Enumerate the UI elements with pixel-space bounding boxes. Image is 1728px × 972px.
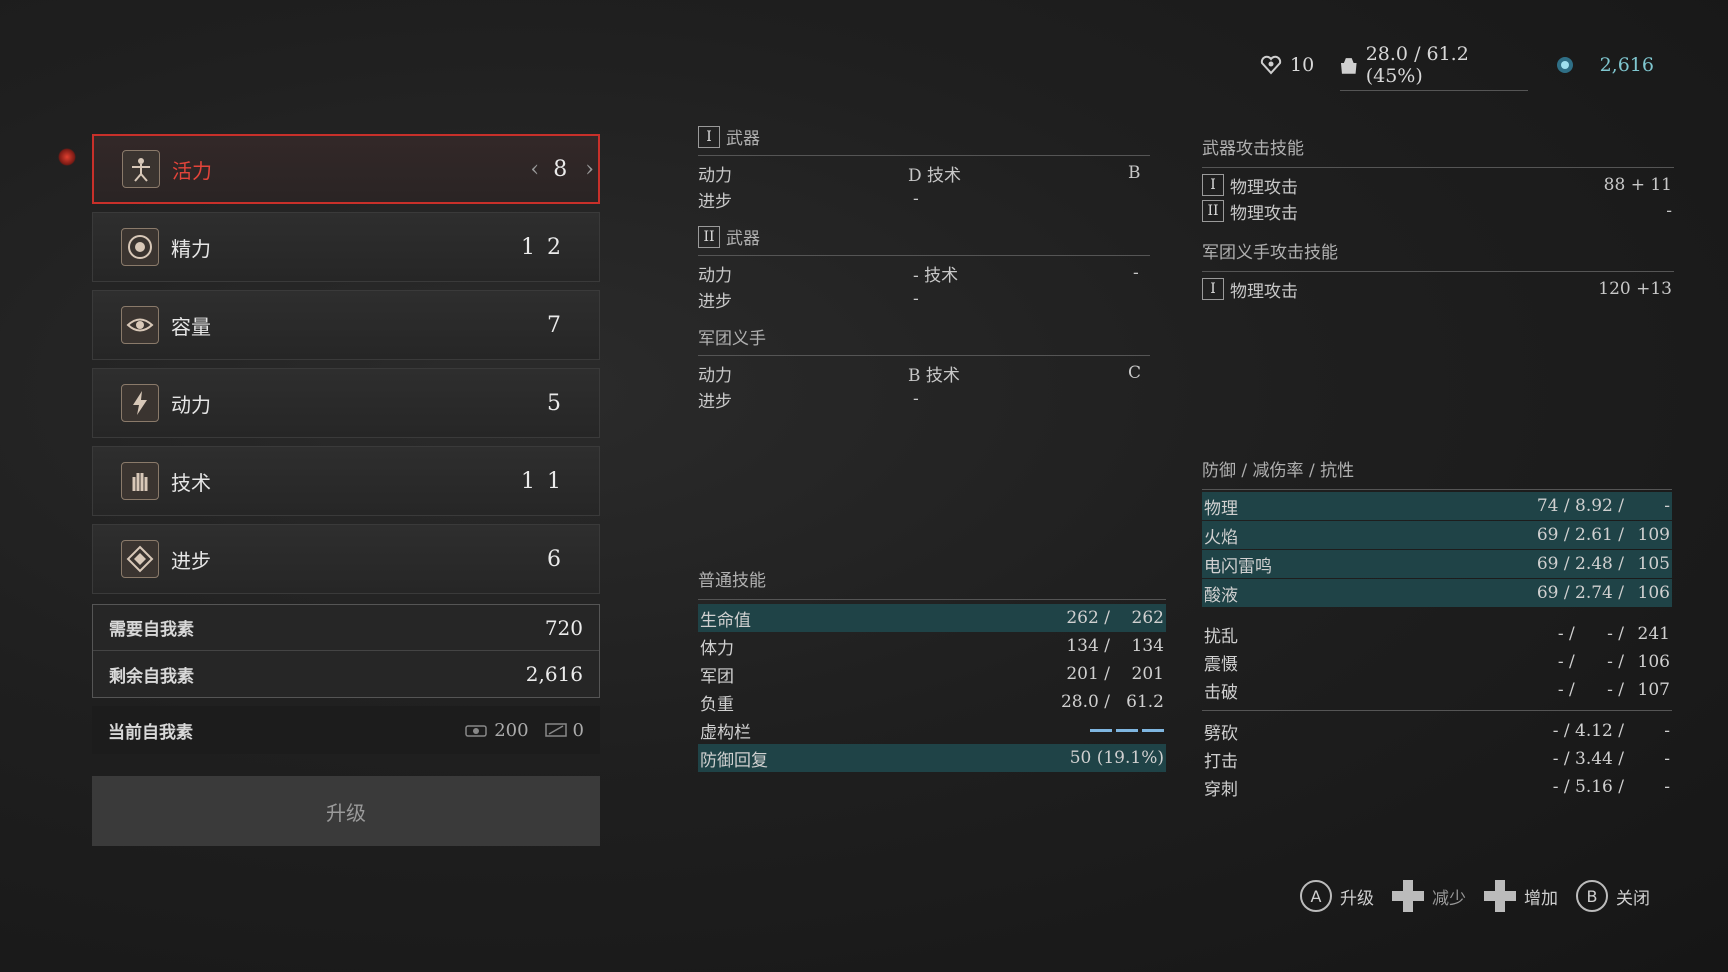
ergo-icon bbox=[1556, 57, 1573, 73]
attribute-label: 进步 bbox=[171, 548, 211, 573]
souls-value: 2,616 bbox=[1599, 54, 1654, 76]
diamond-icon bbox=[121, 540, 159, 578]
defense-row: 打击 - / 3.44 /- bbox=[1204, 749, 1670, 772]
current-ergo-b: 0 bbox=[544, 720, 584, 741]
ergo-pouch-icon bbox=[465, 725, 487, 737]
eye-icon bbox=[121, 306, 159, 344]
legion-arm-title: 军团义手 bbox=[698, 329, 766, 349]
need-ergo-value: 720 bbox=[544, 615, 583, 640]
basic-stat-row: 虚构栏 bbox=[698, 716, 1166, 744]
legion-attack-title: 军团义手攻击技能 bbox=[1202, 243, 1338, 263]
basic-stat-row: 体力 134 / 134 bbox=[700, 636, 1164, 659]
card-icon bbox=[544, 723, 567, 737]
attribute-row-1[interactable]: 精力 12 bbox=[92, 212, 600, 282]
defense-row: 扰乱 - / - /241 bbox=[1204, 624, 1670, 647]
attribute-label: 技术 bbox=[171, 470, 211, 495]
hand-icon bbox=[121, 462, 159, 500]
weapon-1-title: I 武器 bbox=[698, 124, 1150, 149]
souls: 2,616 bbox=[1554, 54, 1654, 76]
legion-arm-scaling-row: 动力 B 技术 C bbox=[698, 363, 1142, 386]
selection-ember-icon bbox=[58, 148, 76, 166]
attribute-label: 动力 bbox=[171, 392, 211, 417]
basic-stat-row: 生命值 262 / 262 bbox=[698, 604, 1166, 632]
items-count-value: 10 bbox=[1290, 54, 1315, 76]
attribute-row-3[interactable]: 动力 5 bbox=[92, 368, 600, 438]
increase-arrow-icon[interactable]: › bbox=[585, 157, 594, 182]
weapon-2-advance-row: 进步 - bbox=[698, 289, 919, 312]
need-ergo-label: 需要自我素 bbox=[109, 620, 194, 640]
basic-stat-row: 负重 28.0 / 61.2 bbox=[700, 692, 1164, 715]
attribute-label: 精力 bbox=[171, 236, 211, 261]
attribute-value: 7 bbox=[547, 312, 573, 338]
current-ergo: 当前自我素 200 0 bbox=[92, 706, 600, 754]
weapon-2-scaling-row: 动力 - 技术 - bbox=[698, 263, 1139, 286]
defense-row: 酸液 69 / 2.74 /106 bbox=[1202, 579, 1672, 607]
heart-shield-icon bbox=[1260, 55, 1282, 75]
attribute-label: 活力 bbox=[172, 158, 212, 183]
remaining-ergo-label: 剩余自我素 bbox=[109, 666, 194, 687]
button-legend: A 升级 减少 增加 B 关闭 bbox=[1300, 880, 1650, 912]
upgrade-button[interactable]: 升级 bbox=[92, 776, 600, 846]
basic-stat-row: 军团 201 / 201 bbox=[700, 664, 1164, 687]
slot-bars bbox=[1090, 728, 1164, 732]
defense-row: 震慑 - / - /106 bbox=[1204, 652, 1670, 675]
basic-stats-panel: 普通技能 生命值 262 / 262 体力 134 / 134 军团 201 / 201 负… bbox=[698, 566, 1166, 772]
defense-row: 击破 - / - /107 bbox=[1204, 680, 1670, 703]
attribute-value: 6 bbox=[547, 546, 573, 572]
defense-row: 物理 74 / 8.92 /- bbox=[1202, 492, 1672, 520]
defense-title: 防御 / 减伤率 / 抗性 bbox=[1202, 461, 1355, 481]
remaining-ergo-value: 2,616 bbox=[525, 662, 583, 686]
current-ergo-label: 当前自我素 bbox=[108, 722, 193, 743]
a-button-icon: A bbox=[1300, 880, 1332, 912]
attack-row-3: I 物理攻击 120 +13 bbox=[1202, 276, 1672, 302]
b-button-icon: B bbox=[1576, 880, 1608, 912]
attribute-value: 5 bbox=[547, 390, 573, 416]
attribute-value: 8 bbox=[553, 156, 580, 182]
legion-arm-advance-row: 进步 - bbox=[698, 389, 919, 412]
weight-icon bbox=[1341, 58, 1357, 74]
basic-stat-row: 防御回复 50 (19.1%) bbox=[698, 744, 1166, 772]
lightning-icon bbox=[121, 384, 159, 422]
weapon-1-advance-row: 进步 - bbox=[698, 189, 919, 212]
legend-increase[interactable]: 增加 bbox=[1484, 880, 1558, 912]
weapon-2-title: II 武器 bbox=[698, 224, 1150, 249]
defense-panel: 防御 / 减伤率 / 抗性 物理 74 / 8.92 /- 火焰 69 / 2.61 … bbox=[1202, 456, 1672, 801]
weapon-1-scaling-row: 动力 D 技术 B bbox=[698, 163, 1141, 186]
dpad-right-icon bbox=[1484, 880, 1516, 912]
attack-row-1: I 物理攻击 88 + 11 bbox=[1202, 172, 1672, 198]
current-ergo-a: 200 bbox=[464, 720, 529, 741]
defense-row: 穿刺 - / 5.16 /- bbox=[1204, 777, 1670, 800]
cost-summary: 需要自我素 720 剩余自我素 2,616 bbox=[92, 604, 600, 698]
target-icon bbox=[121, 228, 159, 266]
basic-stats-title: 普通技能 bbox=[698, 571, 766, 591]
attack-row-2: II 物理攻击 - bbox=[1202, 198, 1672, 224]
attack-panel: 武器攻击技能 I 物理攻击 88 + 11 II 物理攻击 - 军团义手攻击技能 I… bbox=[1202, 134, 1674, 302]
items-count: 10 bbox=[1260, 54, 1314, 76]
dpad-left-icon bbox=[1392, 880, 1424, 912]
attribute-row-2[interactable]: 容量 7 bbox=[92, 290, 600, 360]
weapon-scaling-panel: I 武器 动力 D 技术 B 进步 - II 武器 动力 - 技术 - 进步 -… bbox=[698, 124, 1150, 412]
attribute-value: 11 bbox=[521, 468, 573, 494]
defense-row: 电闪雷鸣 69 / 2.48 /105 bbox=[1202, 550, 1672, 578]
weapon-attack-title: 武器攻击技能 bbox=[1202, 139, 1304, 159]
defense-row: 火焰 69 / 2.61 /109 bbox=[1202, 521, 1672, 549]
vitruvian-man-icon bbox=[122, 150, 160, 188]
weight-value: 28.0 / 61.2 (45%) bbox=[1365, 43, 1469, 87]
decrease-arrow-icon[interactable]: ‹ bbox=[530, 157, 539, 182]
weight-load: 28.0 / 61.2 (45%) bbox=[1340, 43, 1528, 91]
attribute-row-4[interactable]: 技术 11 bbox=[92, 446, 600, 516]
attribute-row-0[interactable]: 活力 ‹ 8 › bbox=[92, 134, 600, 204]
status-bar: 10 28.0 / 61.2 (45%) 2,616 bbox=[1260, 43, 1680, 91]
attribute-value: 12 bbox=[521, 234, 573, 260]
attribute-label: 容量 bbox=[171, 314, 211, 339]
legend-close[interactable]: B 关闭 bbox=[1576, 880, 1650, 912]
legend-decrease[interactable]: 减少 bbox=[1392, 880, 1466, 912]
defense-row: 劈砍 - / 4.12 /- bbox=[1204, 721, 1670, 744]
legend-upgrade[interactable]: A 升级 bbox=[1300, 880, 1374, 912]
attribute-row-5[interactable]: 进步 6 bbox=[92, 524, 600, 594]
